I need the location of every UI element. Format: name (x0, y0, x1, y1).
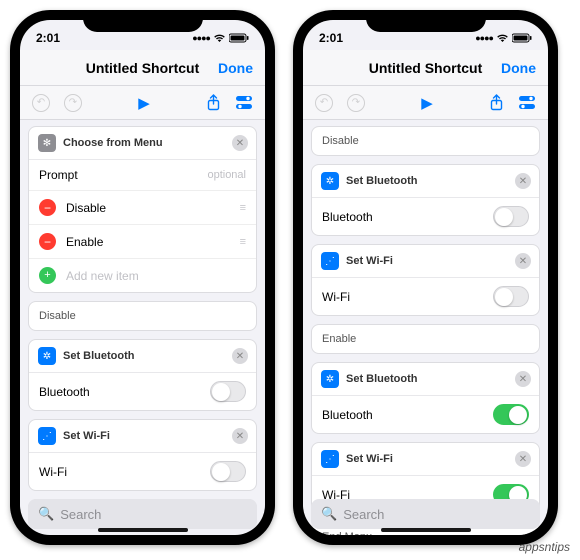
wifi-toggle-off[interactable] (493, 286, 529, 307)
settings-toggle-button[interactable] (235, 95, 253, 110)
phone-right: 2:01 ●●●● Untitled Shortcut Done ↶ ↷ ▶ (293, 10, 558, 545)
set-wifi-card: ⋰ Set Wi-Fi ✕ Wi-Fi (28, 419, 257, 491)
search-icon: 🔍 (321, 506, 337, 522)
bluetooth-field-label: Bluetooth (322, 210, 373, 224)
set-wifi-card: ⋰ Set Wi-Fi ✕ Wi-Fi (311, 244, 540, 316)
page-title: Untitled Shortcut (369, 60, 483, 76)
search-bar[interactable]: 🔍 Search (311, 499, 540, 529)
notch (366, 10, 486, 32)
bluetooth-field-label: Bluetooth (322, 408, 373, 422)
search-placeholder: Search (343, 507, 384, 522)
gear-icon: ✻ (38, 134, 56, 152)
set-bluetooth-card: ✲ Set Bluetooth ✕ Bluetooth (311, 362, 540, 434)
bluetooth-icon: ✲ (321, 172, 339, 190)
menu-item-label[interactable]: Disable (66, 201, 106, 215)
bluetooth-field-label: Bluetooth (39, 385, 90, 399)
remove-item-button[interactable]: − (39, 199, 56, 216)
section-disable: Disable (28, 301, 257, 331)
wifi-status-icon (496, 33, 509, 43)
card-title: Set Bluetooth (346, 175, 418, 187)
share-button[interactable] (489, 94, 504, 111)
notch (83, 10, 203, 32)
redo-button[interactable]: ↷ (64, 94, 82, 112)
phone-left: 2:01 ●●●● Untitled Shortcut Done ↶ ↷ ▶ (10, 10, 275, 545)
bluetooth-toggle-off[interactable] (493, 206, 529, 227)
watermark: appsntips (519, 540, 570, 554)
play-button[interactable]: ▶ (421, 94, 433, 112)
wifi-field-label: Wi-Fi (322, 290, 350, 304)
set-bluetooth-card: ✲ Set Bluetooth ✕ Bluetooth (311, 164, 540, 236)
card-title: Set Wi-Fi (346, 453, 393, 465)
nav-bar: Untitled Shortcut Done (303, 50, 548, 86)
choose-from-menu-card: ✻ Choose from Menu ✕ Prompt optional − D… (28, 126, 257, 293)
signal-icon: ●●●● (192, 33, 210, 43)
remove-action-button[interactable]: ✕ (515, 371, 531, 387)
card-title: Set Bluetooth (346, 373, 418, 385)
prompt-placeholder[interactable]: optional (207, 169, 246, 181)
menu-item-label[interactable]: Enable (66, 235, 103, 249)
status-time: 2:01 (319, 31, 343, 45)
home-indicator[interactable] (381, 528, 471, 532)
home-indicator[interactable] (98, 528, 188, 532)
settings-toggle-button[interactable] (518, 95, 536, 110)
remove-action-button[interactable]: ✕ (232, 428, 248, 444)
bluetooth-toggle-on[interactable] (493, 404, 529, 425)
section-disable: Disable (311, 126, 540, 156)
remove-item-button[interactable]: − (39, 233, 56, 250)
card-title: Set Wi-Fi (346, 255, 393, 267)
done-button[interactable]: Done (218, 60, 253, 76)
remove-action-button[interactable]: ✕ (232, 348, 248, 364)
card-title: Choose from Menu (63, 137, 163, 149)
undo-button[interactable]: ↶ (315, 94, 333, 112)
add-item-button[interactable]: + (39, 267, 56, 284)
redo-button[interactable]: ↷ (347, 94, 365, 112)
status-time: 2:01 (36, 31, 60, 45)
search-icon: 🔍 (38, 506, 54, 522)
share-button[interactable] (206, 94, 221, 111)
bluetooth-icon: ✲ (321, 370, 339, 388)
add-item-label[interactable]: Add new item (66, 269, 139, 283)
wifi-toggle[interactable] (210, 461, 246, 482)
set-bluetooth-card: ✲ Set Bluetooth ✕ Bluetooth (28, 339, 257, 411)
battery-icon (512, 33, 532, 43)
bluetooth-icon: ✲ (38, 347, 56, 365)
bluetooth-toggle[interactable] (210, 381, 246, 402)
wifi-field-label: Wi-Fi (39, 465, 67, 479)
battery-icon (229, 33, 249, 43)
signal-icon: ●●●● (475, 33, 493, 43)
wifi-icon: ⋰ (38, 427, 56, 445)
toolbar: ↶ ↷ ▶ (303, 86, 548, 120)
play-button[interactable]: ▶ (138, 94, 150, 112)
section-enable: Enable (311, 324, 540, 354)
remove-action-button[interactable]: ✕ (515, 173, 531, 189)
search-placeholder: Search (60, 507, 101, 522)
search-bar[interactable]: 🔍 Search (28, 499, 257, 529)
wifi-icon: ⋰ (321, 450, 339, 468)
prompt-label: Prompt (39, 168, 78, 182)
undo-button[interactable]: ↶ (32, 94, 50, 112)
card-title: Set Bluetooth (63, 350, 135, 362)
remove-action-button[interactable]: ✕ (515, 253, 531, 269)
wifi-status-icon (213, 33, 226, 43)
page-title: Untitled Shortcut (86, 60, 200, 76)
nav-bar: Untitled Shortcut Done (20, 50, 265, 86)
done-button[interactable]: Done (501, 60, 536, 76)
reorder-handle-icon[interactable]: ≡ (240, 202, 246, 214)
wifi-icon: ⋰ (321, 252, 339, 270)
reorder-handle-icon[interactable]: ≡ (240, 236, 246, 248)
card-title: Set Wi-Fi (63, 430, 110, 442)
toolbar: ↶ ↷ ▶ (20, 86, 265, 120)
remove-action-button[interactable]: ✕ (232, 135, 248, 151)
remove-action-button[interactable]: ✕ (515, 451, 531, 467)
